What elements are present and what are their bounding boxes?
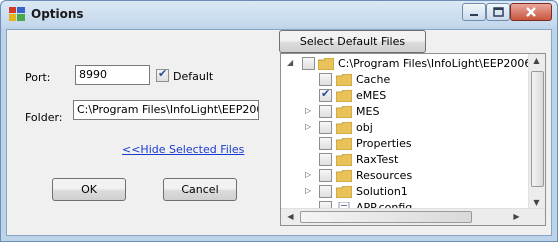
tree-item-label: Solution1 bbox=[356, 185, 408, 198]
tree-item-checkbox[interactable] bbox=[319, 153, 332, 166]
hide-selected-files-link[interactable]: <<Hide Selected Files bbox=[122, 143, 244, 156]
folder-icon bbox=[336, 122, 352, 134]
scroll-left-icon[interactable]: ◀ bbox=[283, 212, 298, 221]
tree-root-checkbox[interactable] bbox=[302, 57, 315, 70]
collapse-icon[interactable]: ◢ bbox=[287, 58, 295, 68]
tree-item-checkbox[interactable] bbox=[319, 137, 332, 150]
close-icon bbox=[526, 7, 536, 17]
maximize-button[interactable] bbox=[486, 3, 510, 21]
folder-icon bbox=[336, 154, 352, 166]
default-label: Default bbox=[173, 70, 214, 83]
expand-icon[interactable]: ▷ bbox=[305, 186, 313, 196]
default-checkbox[interactable] bbox=[156, 67, 169, 82]
tree-item-label: MES bbox=[356, 105, 380, 118]
app-icon bbox=[9, 7, 25, 21]
folder-icon bbox=[336, 170, 352, 182]
tree-root-label: C:\Program Files\InfoLight\EEP2006\EE bbox=[338, 57, 546, 70]
tree-item-checkbox[interactable] bbox=[319, 121, 332, 134]
window-title: Options bbox=[31, 7, 84, 21]
tree-item-checkbox[interactable] bbox=[319, 105, 332, 118]
folder-icon bbox=[336, 90, 352, 102]
select-default-files-button[interactable]: Select Default Files bbox=[279, 30, 426, 53]
tree-item-label: eMES bbox=[356, 89, 387, 102]
scroll-right-icon[interactable]: ▶ bbox=[509, 212, 524, 221]
horizontal-scroll-thumb[interactable] bbox=[300, 211, 472, 223]
scroll-up-icon[interactable]: ▲ bbox=[529, 56, 544, 65]
minimize-button[interactable] bbox=[462, 3, 486, 21]
expand-icon[interactable]: ▷ bbox=[305, 170, 313, 180]
tree-item-label: Resources bbox=[356, 169, 413, 182]
tree-root[interactable]: ◢ C:\Program Files\InfoLight\EEP2006\EE bbox=[281, 56, 545, 72]
folder-icon bbox=[336, 74, 352, 86]
tree-vertical-scrollbar[interactable]: ▲ ▼ bbox=[528, 54, 545, 210]
tree-item[interactable]: ▷ obj bbox=[281, 120, 529, 136]
tree-item-label: Properties bbox=[356, 137, 412, 150]
cancel-button[interactable]: Cancel bbox=[163, 178, 237, 201]
tree-item-checkbox[interactable] bbox=[319, 185, 332, 198]
vertical-scroll-thumb[interactable] bbox=[531, 71, 544, 187]
tree-item-checkbox[interactable] bbox=[319, 73, 332, 86]
folder-icon bbox=[336, 186, 352, 198]
tree-item-label: RaxTest bbox=[356, 153, 399, 166]
port-input[interactable]: 8990 bbox=[75, 65, 150, 85]
minimize-icon bbox=[470, 14, 478, 16]
folder-input[interactable]: C:\Program Files\InfoLight\EEP2006\ bbox=[73, 100, 259, 120]
tree-item[interactable]: ▷ Resources bbox=[281, 168, 529, 184]
tree-item[interactable]: Cache bbox=[281, 72, 529, 88]
folder-icon bbox=[318, 58, 334, 70]
tree-item[interactable]: ▷ Solution1 bbox=[281, 184, 529, 200]
tree-item[interactable]: ▷ MES bbox=[281, 104, 529, 120]
ok-button[interactable]: OK bbox=[52, 178, 126, 201]
options-window: Options Port: 8990 Default Folder: C:\Pr… bbox=[0, 0, 558, 242]
close-button[interactable] bbox=[510, 3, 552, 21]
tree-item[interactable]: Properties bbox=[281, 136, 529, 152]
tree-item-checkbox[interactable] bbox=[319, 87, 332, 102]
tree-item-label: Cache bbox=[356, 73, 391, 86]
maximize-icon bbox=[493, 7, 504, 17]
tree-item-label: obj bbox=[356, 121, 373, 134]
tree-horizontal-scrollbar[interactable]: ◀ ▶ bbox=[281, 208, 545, 225]
file-tree[interactable]: ◢ C:\Program Files\InfoLight\EEP2006\EE … bbox=[280, 53, 546, 226]
expand-icon[interactable]: ▷ bbox=[305, 122, 313, 132]
tree-item-checkbox[interactable] bbox=[319, 169, 332, 182]
title-bar[interactable]: Options bbox=[1, 1, 557, 27]
expand-icon[interactable]: ▷ bbox=[305, 106, 313, 116]
tree-item[interactable]: RaxTest bbox=[281, 152, 529, 168]
folder-icon bbox=[336, 106, 352, 118]
scroll-down-icon[interactable]: ▼ bbox=[529, 198, 544, 207]
port-label: Port: bbox=[25, 71, 51, 84]
folder-label: Folder: bbox=[25, 111, 63, 124]
tree-item[interactable]: eMES bbox=[281, 87, 529, 104]
folder-icon bbox=[336, 138, 352, 150]
